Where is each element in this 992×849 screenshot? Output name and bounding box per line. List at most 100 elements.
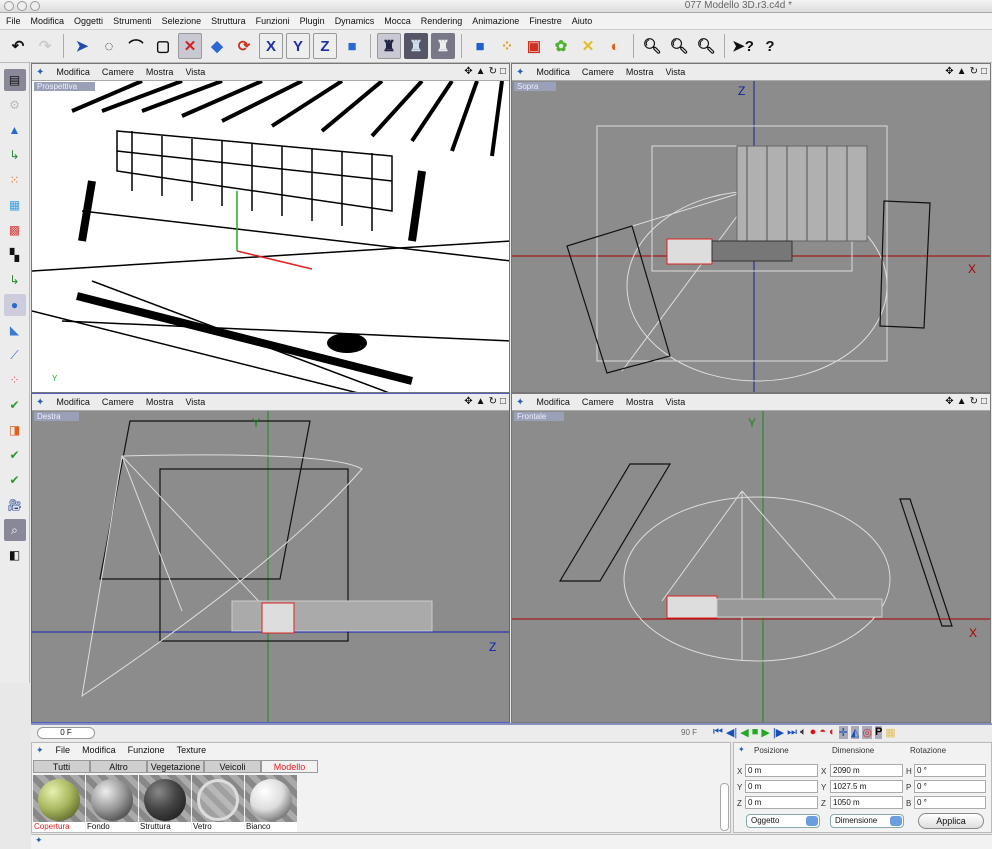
menu-finestre[interactable]: Finestre: [529, 16, 562, 26]
size-mode-select[interactable]: Dimensione: [830, 814, 904, 828]
array-icon[interactable]: ✿: [549, 33, 573, 59]
menu-modifica[interactable]: Modifica: [56, 67, 90, 77]
help-pointer-icon[interactable]: ➤?: [731, 33, 755, 59]
keyframe-selection-icon[interactable]: ◐: [829, 726, 836, 739]
menu-vista[interactable]: Vista: [185, 397, 205, 407]
material-item[interactable]: Copertura: [33, 775, 85, 832]
texture-icon[interactable]: ▚: [4, 244, 26, 266]
menu-plugin[interactable]: Plugin: [300, 16, 325, 26]
edges-icon[interactable]: ▦: [4, 194, 26, 216]
scale-key-icon[interactable]: ◭: [850, 726, 860, 739]
menu-modifica[interactable]: Modifica: [536, 397, 570, 407]
menu-modifica[interactable]: Modifica: [82, 745, 116, 755]
live-selection-icon[interactable]: ◌: [97, 33, 121, 59]
parameter-key-icon[interactable]: P: [874, 726, 883, 739]
orbit-icon[interactable]: ↻: [489, 396, 497, 407]
rot-b-field[interactable]: 0 °: [914, 796, 986, 809]
model-tool-icon[interactable]: ⚙: [4, 94, 26, 116]
auto-key-icon[interactable]: ◓: [819, 726, 826, 739]
view-icon[interactable]: ⌕: [3, 519, 26, 541]
tab-modello[interactable]: Modello: [261, 760, 318, 773]
prev-key-icon[interactable]: ◀|: [726, 726, 737, 739]
menu-selezione[interactable]: Selezione: [162, 16, 202, 26]
deformer-icon[interactable]: ✕: [576, 33, 600, 59]
apply-button[interactable]: Applica: [918, 813, 984, 829]
zoom-out-icon[interactable]: 🔍︎: [667, 33, 691, 59]
pan-icon[interactable]: ✥: [464, 66, 472, 77]
workplane-icon[interactable]: ◨: [4, 419, 26, 441]
zoom-button[interactable]: [30, 1, 40, 11]
viewport-canvas[interactable]: Y X Frontale: [512, 411, 990, 722]
menu-vista[interactable]: Vista: [185, 67, 205, 77]
redo-icon[interactable]: ↷: [33, 33, 57, 59]
texture-axis-icon[interactable]: ↳: [4, 269, 26, 291]
current-frame-field[interactable]: 0 F: [37, 727, 95, 739]
zoom-in-icon[interactable]: 🔍︎: [640, 33, 664, 59]
axis-icon[interactable]: ↳: [4, 144, 26, 166]
menu-rendering[interactable]: Rendering: [421, 16, 463, 26]
tab-tutti[interactable]: Tutti: [33, 760, 90, 773]
x-axis-lock[interactable]: X: [259, 33, 283, 59]
size-z-field[interactable]: 1050 m: [830, 796, 903, 809]
sound-icon[interactable]: 🔈︎: [800, 726, 807, 739]
move-icon[interactable]: ✕: [178, 33, 202, 59]
pla-key-icon[interactable]: ▦: [885, 726, 895, 739]
size-y-field[interactable]: 1027.5 m: [830, 780, 903, 793]
material-item[interactable]: Struttura: [139, 775, 191, 832]
tweak-icon[interactable]: ●: [3, 294, 26, 316]
maximize-icon[interactable]: □: [500, 66, 506, 77]
rot-h-field[interactable]: 0 °: [914, 764, 986, 777]
paint-icon[interactable]: ◣: [4, 319, 26, 341]
record-icon[interactable]: ●: [810, 726, 817, 739]
polygons-icon[interactable]: ▩: [4, 219, 26, 241]
position-key-icon[interactable]: ✛: [838, 726, 848, 739]
pan-icon[interactable]: ✥: [945, 396, 953, 407]
dolly-icon[interactable]: ▲: [957, 396, 967, 407]
maximize-icon[interactable]: □: [981, 396, 987, 407]
menu-animazione[interactable]: Animazione: [472, 16, 519, 26]
zoom-fit-icon[interactable]: 🔍︎: [694, 33, 718, 59]
tab-veicoli[interactable]: Veicoli: [204, 760, 261, 773]
animation-icon[interactable]: ✔: [4, 444, 26, 466]
menu-dynamics[interactable]: Dynamics: [335, 16, 375, 26]
rot-p-field[interactable]: 0 °: [914, 780, 986, 793]
menu-camere[interactable]: Camere: [102, 67, 134, 77]
pos-x-field[interactable]: 0 m: [745, 764, 818, 777]
menu-file[interactable]: File: [6, 16, 21, 26]
menu-vista[interactable]: Vista: [665, 397, 685, 407]
go-to-start-icon[interactable]: ⏮: [713, 726, 723, 739]
sculpt-icon[interactable]: ✔: [4, 469, 26, 491]
orbit-icon[interactable]: ↻: [970, 66, 978, 77]
menu-strumenti[interactable]: Strumenti: [113, 16, 152, 26]
window-controls[interactable]: [4, 1, 40, 11]
rotation-key-icon[interactable]: ◎: [862, 726, 872, 739]
play-icon[interactable]: ▶: [761, 726, 769, 739]
menu-mocca[interactable]: Mocca: [384, 16, 411, 26]
coordinate-system-icon[interactable]: ■: [340, 33, 364, 59]
enable-snap-icon[interactable]: ✔: [4, 394, 26, 416]
menu-mostra[interactable]: Mostra: [626, 397, 654, 407]
orbit-icon[interactable]: ↻: [489, 66, 497, 77]
nurbs-icon[interactable]: ▣: [522, 33, 546, 59]
document-icon[interactable]: ◧: [4, 544, 26, 566]
rotate-icon[interactable]: ⟳: [232, 33, 256, 59]
pos-z-field[interactable]: 0 m: [745, 796, 818, 809]
menu-oggetti[interactable]: Oggetti: [74, 16, 103, 26]
spline-icon[interactable]: ⁘: [495, 33, 519, 59]
dolly-icon[interactable]: ▲: [476, 66, 486, 77]
tab-vegetazione[interactable]: Vegetazione: [147, 760, 204, 773]
viewport-canvas[interactable]: Y Prospettiva: [32, 81, 509, 392]
render-view-icon[interactable]: ♜: [377, 33, 401, 59]
go-to-end-icon[interactable]: ⏭: [787, 726, 797, 739]
material-item[interactable]: Vetro: [192, 775, 244, 832]
undo-icon[interactable]: ↶: [6, 33, 30, 59]
menu-vista[interactable]: Vista: [665, 67, 685, 77]
scene-icon[interactable]: ◐: [603, 33, 627, 59]
rectangle-selection-icon[interactable]: ▢: [151, 33, 175, 59]
layout-icon[interactable]: ▤: [3, 69, 26, 91]
lasso-selection-icon[interactable]: ⌒: [124, 33, 148, 59]
material-item[interactable]: Bianco: [245, 775, 297, 832]
render-picture-viewer-icon[interactable]: ♜: [404, 33, 428, 59]
camera-icon[interactable]: 🎥︎: [4, 494, 26, 516]
material-item[interactable]: Fondo: [86, 775, 138, 832]
